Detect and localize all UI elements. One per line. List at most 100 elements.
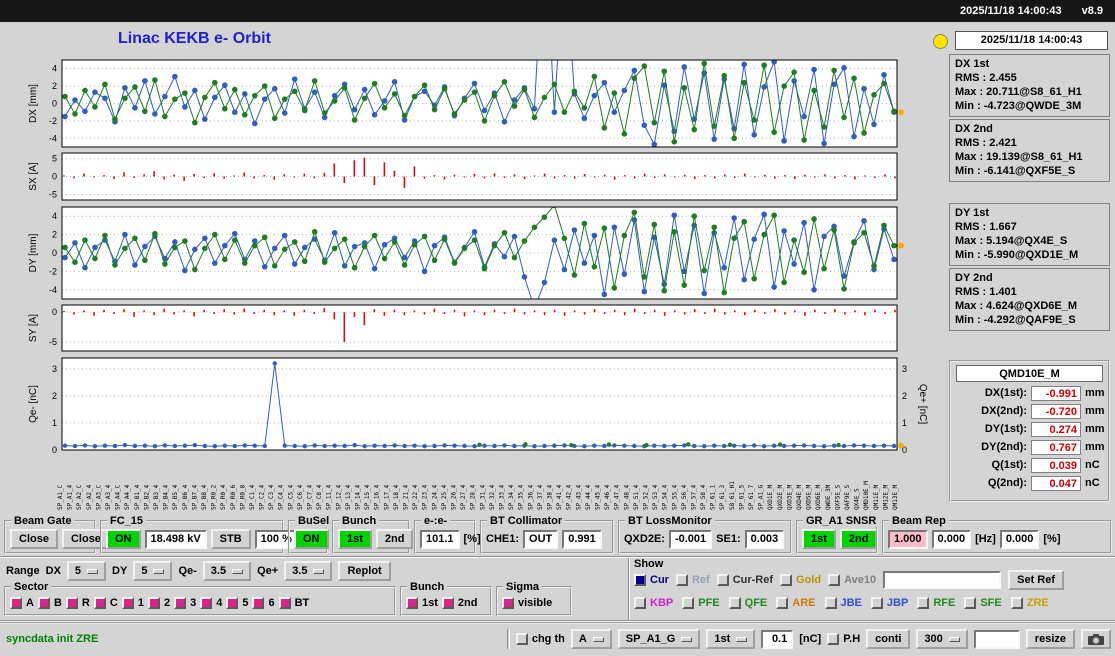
bunch-1st-button[interactable]: 1st	[338, 529, 372, 549]
set-ref-button[interactable]: Set Ref	[1008, 570, 1065, 590]
checkbox-indicator[interactable]	[226, 597, 239, 609]
status-message: syncdata init ZRE	[6, 633, 99, 645]
checkbox-indicator[interactable]	[870, 597, 883, 609]
sector-checkbox-c[interactable]: C	[93, 597, 118, 609]
sector-checkbox-a[interactable]: A	[10, 597, 34, 609]
sigma-visible-checkbox[interactable]: visible	[502, 597, 552, 609]
threshold-field[interactable]: 0.1	[761, 629, 794, 649]
resize-button[interactable]: resize	[1025, 629, 1075, 649]
sector-checkbox-1[interactable]: 1	[121, 597, 144, 609]
fc15-stb-button[interactable]: STB	[210, 529, 251, 549]
checkbox-indicator[interactable]	[441, 597, 454, 609]
show-gold-checkbox[interactable]: Gold	[780, 574, 821, 586]
show-sfe-checkbox[interactable]: SFE	[964, 597, 1002, 609]
beam-rep-group: Beam Rep 1.000 0.000 [Hz] 0.000 [%]	[882, 515, 1112, 554]
checkbox-indicator[interactable]	[515, 633, 528, 645]
che1-value: 0.991	[562, 529, 602, 549]
svg-text:SP_36_4: SP_36_4	[527, 484, 534, 510]
svg-text:SP_42_4: SP_42_4	[566, 484, 573, 510]
checkbox-indicator[interactable]	[278, 597, 291, 609]
show-cur-ref-checkbox[interactable]: Cur-Ref	[716, 574, 773, 586]
checkbox-indicator[interactable]	[634, 597, 646, 609]
checkbox-indicator[interactable]	[964, 597, 977, 609]
range-dx-select[interactable]: 5	[66, 561, 107, 581]
show-are-checkbox[interactable]: ARE	[776, 597, 816, 609]
show-qfe-checkbox[interactable]: QFE	[728, 597, 767, 609]
chg-th-checkbox[interactable]: chg th	[515, 633, 565, 645]
checkbox-indicator[interactable]	[728, 597, 741, 609]
ref-name-input[interactable]	[883, 571, 1002, 589]
bunch-2nd-checkbox[interactable]: 2nd	[441, 597, 477, 609]
sector-checkbox-r[interactable]: R	[65, 597, 90, 609]
sector-checkbox-6[interactable]: 6	[252, 597, 275, 609]
show-zre-checkbox[interactable]: ZRE	[1010, 597, 1049, 609]
checkbox-indicator[interactable]	[780, 574, 793, 586]
range-qep-select[interactable]: 3.5	[284, 561, 333, 581]
rep-count-select[interactable]: 300	[916, 629, 968, 649]
checkbox-indicator[interactable]	[682, 597, 695, 609]
range-dy-select[interactable]: 5	[133, 561, 173, 581]
checkbox-indicator[interactable]	[174, 597, 187, 609]
bunch-2nd-button[interactable]: 2nd	[375, 529, 414, 549]
checkbox-indicator[interactable]	[917, 597, 930, 609]
checkbox-indicator[interactable]	[121, 597, 134, 609]
conti-button[interactable]: conti	[866, 629, 911, 649]
svg-text:SP_C7_4: SP_C7_4	[307, 484, 314, 510]
checkbox-indicator[interactable]	[828, 574, 841, 586]
show-ref-checkbox[interactable]: Ref	[675, 574, 710, 586]
fc15-on-button[interactable]: ON	[106, 529, 141, 549]
show-pfe-checkbox[interactable]: PFE	[682, 597, 720, 609]
svg-text:SP_C6_4: SP_C6_4	[297, 484, 304, 510]
beam-gate-close-button-1[interactable]: Close	[10, 529, 58, 549]
show-cur-checkbox[interactable]: Cur	[634, 574, 669, 586]
svg-text:SP_A1_C: SP_A1_C	[57, 484, 64, 510]
mode-select[interactable]: A	[570, 629, 612, 649]
se1-value: 0.003	[744, 529, 785, 549]
snsr-2nd-button[interactable]: 2nd	[839, 529, 878, 549]
checkbox-indicator[interactable]	[200, 597, 213, 609]
blank-entry-field[interactable]	[973, 629, 1020, 649]
checkbox-indicator[interactable]	[10, 597, 22, 609]
checkbox-indicator[interactable]	[634, 574, 646, 586]
show-jbe-checkbox[interactable]: JBE	[824, 597, 862, 609]
qmd-unit: mm	[1085, 387, 1105, 399]
sector-checkbox-b[interactable]: B	[37, 597, 62, 609]
qmd-value: -0.720	[1031, 403, 1081, 419]
replot-button[interactable]: Replot	[338, 561, 391, 581]
show-kbp-checkbox[interactable]: KBP	[634, 597, 673, 609]
ph-checkbox[interactable]: P.H	[827, 633, 860, 645]
checkbox-indicator[interactable]	[675, 574, 688, 586]
checkbox-indicator[interactable]	[716, 574, 729, 586]
show-ave10-checkbox[interactable]: Ave10	[828, 574, 876, 586]
show-rfe-checkbox[interactable]: RFE	[917, 597, 955, 609]
checkbox-indicator[interactable]	[776, 597, 789, 609]
bunch-1st-checkbox[interactable]: 1st	[406, 597, 438, 609]
sector-checkbox-2[interactable]: 2	[147, 597, 170, 609]
checkbox-indicator[interactable]	[406, 597, 418, 609]
sector-checkbox-3[interactable]: 3	[174, 597, 196, 609]
checkbox-indicator[interactable]	[252, 597, 265, 609]
checkbox-indicator[interactable]	[502, 597, 514, 609]
checkbox-indicator[interactable]	[65, 597, 78, 609]
checkbox-indicator[interactable]	[147, 597, 160, 609]
busel-on-button[interactable]: ON	[294, 529, 329, 549]
sector-checkbox-5[interactable]: 5	[226, 597, 248, 609]
sector-checkbox-bt[interactable]: BT	[278, 597, 309, 609]
sector-checkbox-4[interactable]: 4	[200, 597, 222, 609]
group-label: Sigma	[503, 581, 543, 593]
range-qem-select[interactable]: 3.5	[202, 561, 252, 581]
checkbox-indicator[interactable]	[824, 597, 837, 609]
option-menu-bar-icon	[232, 568, 244, 574]
snsr-1st-button[interactable]: 1st	[802, 529, 836, 549]
bunch-select[interactable]: 1st	[706, 629, 756, 649]
camera-button[interactable]	[1081, 629, 1111, 649]
show-jbp-checkbox[interactable]: JBP	[870, 597, 908, 609]
checkbox-indicator[interactable]	[1010, 597, 1023, 609]
svg-text:SP_21_4: SP_21_4	[403, 484, 410, 510]
checkbox-indicator[interactable]	[37, 597, 50, 609]
checkbox-indicator[interactable]	[93, 597, 106, 609]
monitor-select[interactable]: SP_A1_G	[617, 629, 701, 649]
svg-text:SP_35_4: SP_35_4	[518, 484, 525, 510]
svg-text:QXD3E_M: QXD3E_M	[786, 484, 793, 510]
checkbox-indicator[interactable]	[827, 633, 840, 645]
